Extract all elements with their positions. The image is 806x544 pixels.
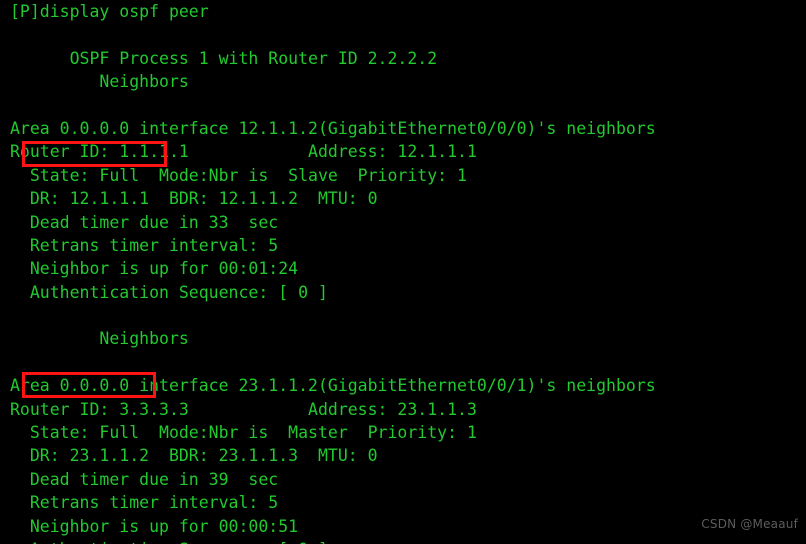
peer1-dead-timer-line: Dead timer due in 33 sec: [10, 212, 279, 232]
peer1-uptime-line: Neighbor is up for 00:01:24: [10, 259, 299, 279]
peer2-auth-sequence-line: Authentication Sequence: [ 0 ]: [0, 538, 806, 544]
terminal-line-command: [P]display ospf peer: [10, 2, 209, 21]
peer1-area-line: Area 0.0.0.0 interface 12.1.1.2(GigabitE…: [10, 118, 656, 138]
peer1-retrans-timer-line: Retrans timer interval: 5: [10, 235, 279, 255]
terminal-output: [P]display ospf peer OSPF Process 1 with…: [0, 0, 806, 544]
peer1-dr-bdr-line: DR: 12.1.1.1 BDR: 12.1.1.2 MTU: 0: [10, 189, 378, 209]
peer2-dr-bdr-line: DR: 23.1.1.2 BDR: 23.1.1.3 MTU: 0: [10, 446, 378, 466]
peer2-uptime-line: Neighbor is up for 00:00:51: [10, 516, 299, 536]
neighbors-header-1: Neighbors: [10, 72, 189, 92]
peer2-state-line: State: Full Mode:Nbr is Master Priority:…: [10, 423, 477, 443]
terminal-window[interactable]: [P]display ospf peer OSPF Process 1 with…: [0, 0, 806, 544]
peer2-dead-timer-line: Dead timer due in 39 sec: [10, 469, 279, 489]
neighbors-header-2: Neighbors: [10, 329, 189, 349]
csdn-watermark: CSDN @Meaauf: [701, 516, 798, 531]
peer2-retrans-timer-line: Retrans timer interval: 5: [10, 493, 279, 513]
ospf-process-header: OSPF Process 1 with Router ID 2.2.2.2: [10, 48, 438, 68]
peer1-state-line: State: Full Mode:Nbr is Slave Priority: …: [10, 165, 467, 185]
peer2-area-line: Area 0.0.0.0 interface 23.1.1.2(GigabitE…: [10, 376, 656, 396]
peer1-auth-sequence-line: Authentication Sequence: [ 0 ]: [10, 282, 328, 302]
peer2-router-id-line: Router ID: 3.3.3.3 Address: 23.1.1.3: [10, 399, 477, 419]
peer1-router-id-line: Router ID: 1.1.1.1 Address: 12.1.1.1: [10, 142, 477, 162]
